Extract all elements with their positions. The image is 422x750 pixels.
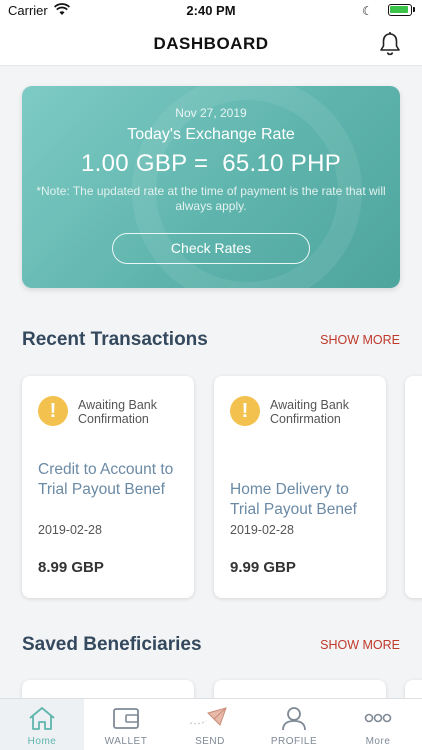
transaction-status: Awaiting Bank Confirmation [270, 398, 349, 426]
warning-icon: ! [38, 396, 68, 426]
transaction-amount: 8.99 GBP [38, 559, 104, 576]
transaction-title: Home Delivery to Trial Payout Benef [230, 481, 357, 518]
transactions-show-more-link[interactable]: SHOW MORE [300, 333, 400, 347]
bell-icon[interactable] [378, 31, 402, 57]
beneficiaries-show-more-link[interactable]: SHOW MORE [300, 638, 400, 652]
clock: 2:40 PM [186, 3, 236, 18]
tab-home[interactable]: Home [0, 699, 84, 750]
moon-icon: ☾ [362, 4, 373, 18]
page-title: DASHBOARD [153, 34, 269, 53]
rate-date: Nov 27, 2019 [175, 106, 247, 120]
tab-wallet[interactable]: WALLET [84, 699, 168, 750]
tab-more-label: More [365, 736, 391, 747]
nav-bar: DASHBOARD [0, 22, 422, 66]
tab-send[interactable]: SEND [168, 699, 252, 750]
transaction-amount: 9.99 GBP [230, 559, 296, 576]
wallet-icon [113, 708, 139, 729]
tab-home-label: Home [27, 736, 57, 747]
transaction-card[interactable]: ! Awaiting Bank Confirmation Home Delive… [214, 376, 386, 598]
transaction-date: 2019-02-28 [38, 523, 102, 537]
tab-wallet-label: WALLET [104, 736, 148, 747]
profile-icon [282, 707, 306, 731]
transaction-title: Credit to Account to Trial Payout Benef [38, 461, 174, 498]
saved-beneficiaries-title: Saved Beneficiaries [22, 634, 202, 655]
tab-profile[interactable]: PROFILE [252, 699, 336, 750]
status-bar: Carrier 2:40 PM ☾ [0, 0, 422, 22]
warning-icon: ! [230, 396, 260, 426]
send-icon [189, 707, 227, 726]
rate-value: 1.00 GBP = 65.10 PHP [80, 150, 342, 177]
battery-icon [388, 4, 412, 16]
transaction-date: 2019-02-28 [230, 523, 294, 537]
exchange-rate-card: Nov 27, 2019 Today's Exchange Rate 1.00 … [22, 86, 400, 288]
transaction-card[interactable]: ! Awaiting Bank Confirmation Credit to A… [22, 376, 194, 598]
tab-send-label: SEND [195, 736, 225, 747]
transaction-card-partial[interactable] [405, 376, 422, 598]
home-icon [29, 707, 55, 730]
tab-profile-label: PROFILE [270, 736, 318, 747]
rate-note: *Note: The updated rate at the time of p… [36, 184, 386, 213]
tab-bar: Home WALLET SEND PROFILE More [0, 698, 422, 750]
check-rates-button[interactable]: Check Rates [112, 233, 310, 264]
more-icon [364, 713, 392, 723]
transaction-status: Awaiting Bank Confirmation [78, 398, 157, 426]
recent-transactions-title: Recent Transactions [22, 329, 208, 350]
rate-heading: Today's Exchange Rate [127, 126, 295, 143]
tab-more[interactable]: More [336, 699, 420, 750]
battery-tip [413, 7, 415, 12]
